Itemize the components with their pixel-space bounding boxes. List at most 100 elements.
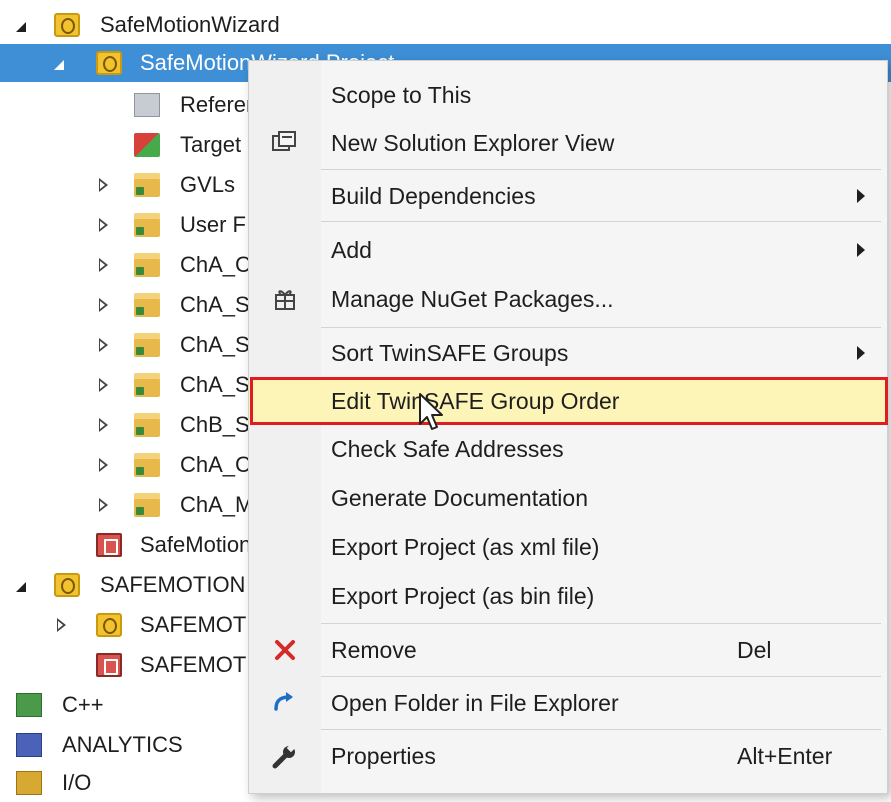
menu-item-label: Generate Documentation bbox=[331, 484, 588, 511]
tree-node-label: I/O bbox=[62, 770, 92, 795]
menu-item-add[interactable]: Add bbox=[249, 228, 887, 272]
safety-file-icon bbox=[96, 533, 122, 557]
highlight-annotation-frame bbox=[250, 377, 888, 425]
collapse-arrow-icon[interactable] bbox=[99, 498, 108, 512]
tree-node-label: ChB_S bbox=[180, 412, 248, 437]
folder-icon bbox=[134, 213, 160, 237]
menu-separator bbox=[321, 221, 881, 222]
tree-node-label: SAFEMOTION bbox=[100, 572, 246, 597]
submenu-arrow-icon bbox=[857, 346, 865, 360]
menu-item-export-project-xml[interactable]: Export Project (as xml file) bbox=[249, 525, 887, 569]
new-view-icon bbox=[271, 129, 299, 157]
analytics-icon bbox=[16, 733, 42, 757]
menu-item-label: Sort TwinSAFE Groups bbox=[331, 339, 569, 366]
folder-icon bbox=[134, 173, 160, 197]
collapse-arrow-icon[interactable] bbox=[99, 418, 108, 432]
tree-node-label: ChA_C bbox=[180, 452, 248, 477]
expand-arrow-icon[interactable] bbox=[16, 582, 26, 592]
mouse-cursor-icon bbox=[419, 393, 443, 430]
tree-node-folder[interactable]: ChA_C bbox=[0, 446, 248, 484]
collapse-arrow-icon[interactable] bbox=[99, 458, 108, 472]
menu-item-export-project-bin[interactable]: Export Project (as bin file) bbox=[249, 574, 887, 618]
cpp-icon bbox=[16, 693, 42, 717]
menu-item-sort-twinsafe-groups[interactable]: Sort TwinSAFE Groups bbox=[249, 331, 887, 375]
safety-file-icon bbox=[96, 653, 122, 677]
tree-node-folder[interactable]: ChA_M bbox=[0, 486, 248, 524]
tree-node-safemot-file[interactable]: SAFEMOT bbox=[0, 646, 248, 684]
menu-separator bbox=[321, 729, 881, 730]
safety-project-icon bbox=[54, 573, 80, 597]
menu-separator bbox=[321, 327, 881, 328]
nuget-package-icon bbox=[271, 285, 299, 313]
tree-node-folder[interactable]: ChB_S bbox=[0, 406, 248, 444]
tree-node-folder[interactable]: ChA_S bbox=[0, 286, 248, 324]
collapse-arrow-icon[interactable] bbox=[99, 298, 108, 312]
menu-item-manage-nuget-packages[interactable]: Manage NuGet Packages... bbox=[249, 277, 887, 321]
submenu-arrow-icon bbox=[857, 243, 865, 257]
menu-item-new-solution-explorer-view[interactable]: New Solution Explorer View bbox=[249, 121, 887, 165]
tree-node-label: ChA_S bbox=[180, 292, 248, 317]
folder-icon bbox=[134, 413, 160, 437]
collapse-arrow-icon[interactable] bbox=[99, 258, 108, 272]
expand-arrow-icon[interactable] bbox=[16, 22, 26, 32]
references-icon bbox=[134, 93, 160, 117]
folder-icon bbox=[134, 333, 160, 357]
tree-node-label: SAFEMOT bbox=[140, 612, 247, 637]
folder-icon bbox=[134, 253, 160, 277]
collapse-arrow-icon[interactable] bbox=[99, 218, 108, 232]
tree-node-safemotionwizard[interactable]: SafeMotionWizard bbox=[0, 6, 891, 44]
tree-node-label: References bbox=[180, 92, 248, 117]
menu-item-open-folder-in-file-explorer[interactable]: Open Folder in File Explorer bbox=[249, 681, 887, 725]
tree-node-safemotion[interactable]: SAFEMOTION bbox=[0, 566, 248, 604]
tree-node-label: ChA_C bbox=[180, 252, 248, 277]
menu-item-generate-documentation[interactable]: Generate Documentation bbox=[249, 476, 887, 520]
tree-node-label: GVLs bbox=[180, 172, 236, 197]
menu-item-check-safe-addresses[interactable]: Check Safe Addresses bbox=[249, 427, 887, 471]
tree-node-folder[interactable]: GVLs bbox=[0, 166, 248, 204]
folder-icon bbox=[134, 293, 160, 317]
collapse-arrow-icon[interactable] bbox=[99, 338, 108, 352]
menu-item-shortcut: Del bbox=[737, 636, 772, 663]
menu-item-label: Add bbox=[331, 236, 372, 263]
tree-node-folder[interactable]: ChA_S bbox=[0, 366, 248, 404]
tree-node-label: User F bbox=[180, 212, 246, 237]
tree-node-target[interactable]: Target bbox=[0, 126, 248, 164]
tree-node-analytics[interactable]: ANALYTICS bbox=[0, 726, 248, 764]
safety-project-icon bbox=[96, 613, 122, 637]
wrench-icon bbox=[271, 742, 299, 770]
menu-item-label: Open Folder in File Explorer bbox=[331, 689, 619, 716]
menu-item-label: Build Dependencies bbox=[331, 182, 536, 209]
menu-item-shortcut: Alt+Enter bbox=[737, 742, 833, 769]
collapse-arrow-icon[interactable] bbox=[57, 618, 66, 632]
menu-item-properties[interactable]: Properties Alt+Enter bbox=[249, 734, 887, 778]
menu-item-remove[interactable]: Remove Del bbox=[249, 628, 887, 672]
tree-node-safety-file[interactable]: SafeMotion bbox=[0, 526, 248, 564]
tree-node-label: SafeMotionWizard bbox=[100, 12, 280, 37]
menu-item-scope-to-this[interactable]: Scope to This bbox=[249, 73, 887, 117]
tree-node-io[interactable]: I/O bbox=[0, 764, 248, 802]
menu-item-label: Remove bbox=[331, 636, 417, 663]
expand-arrow-icon[interactable] bbox=[54, 60, 64, 70]
tree-node-folder[interactable]: User F bbox=[0, 206, 248, 244]
tree-node-folder[interactable]: ChA_C bbox=[0, 246, 248, 284]
tree-node-label: SAFEMOT bbox=[140, 652, 247, 677]
menu-separator bbox=[321, 676, 881, 677]
tree-node-label: ChA_S bbox=[180, 332, 248, 357]
safety-project-icon bbox=[54, 13, 80, 37]
menu-item-label: Scope to This bbox=[331, 81, 472, 108]
tree-node-label: ANALYTICS bbox=[62, 732, 183, 757]
context-menu: Scope to This New Solution Explorer View… bbox=[248, 60, 888, 794]
tree-node-cpp[interactable]: C++ bbox=[0, 686, 248, 724]
collapse-arrow-icon[interactable] bbox=[99, 378, 108, 392]
menu-item-label: Manage NuGet Packages... bbox=[331, 285, 614, 312]
safety-project-icon bbox=[96, 51, 122, 75]
menu-item-label: Export Project (as xml file) bbox=[331, 533, 600, 560]
tree-node-label: ChA_S bbox=[180, 372, 248, 397]
collapse-arrow-icon[interactable] bbox=[99, 178, 108, 192]
tree-node-folder[interactable]: ChA_S bbox=[0, 326, 248, 364]
tree-node-safemot-project[interactable]: SAFEMOT bbox=[0, 606, 248, 644]
menu-item-label: Check Safe Addresses bbox=[331, 435, 564, 462]
folder-icon bbox=[134, 373, 160, 397]
tree-node-references[interactable]: References bbox=[0, 86, 248, 124]
menu-item-build-dependencies[interactable]: Build Dependencies bbox=[249, 174, 887, 218]
